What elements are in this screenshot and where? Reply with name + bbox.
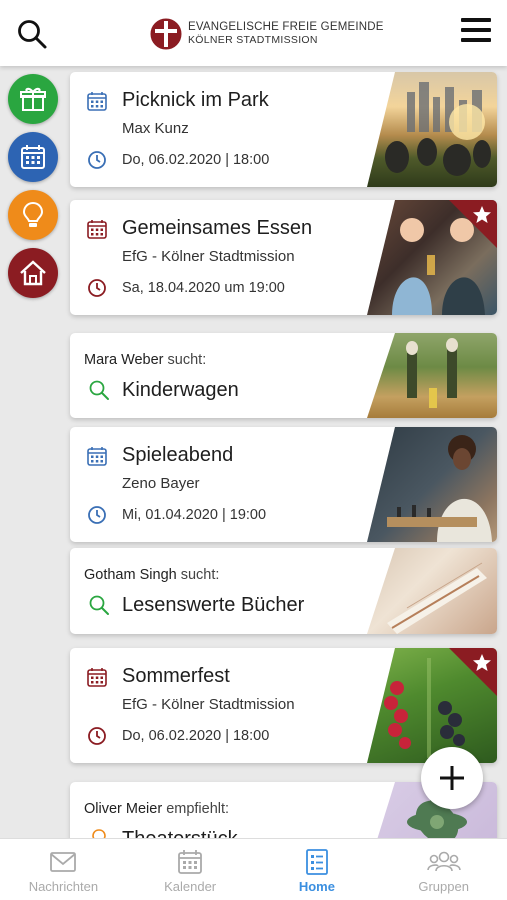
family-park-image (367, 333, 497, 418)
plus-icon (440, 766, 464, 790)
event-date: Do, 06.02.2020 | 18:00 (122, 152, 270, 168)
event-organizer: Zeno Bayer (122, 475, 200, 492)
search-icon[interactable] (16, 18, 48, 50)
logo-line1: EVANGELISCHE FREIE GEMEINDE (188, 21, 384, 33)
event-card[interactable]: Picknick im Park Max Kunz Do, 06.02.2020… (70, 72, 497, 187)
search-icon (88, 594, 110, 616)
books-image (367, 548, 497, 634)
gift-category-button[interactable] (8, 74, 58, 124)
recommend-verb: empfiehlt: (166, 801, 230, 817)
featured-star-ribbon (449, 200, 497, 248)
clock-icon (86, 149, 108, 171)
event-title: Gemeinsames Essen (122, 217, 313, 239)
event-organizer: Max Kunz (122, 120, 189, 137)
category-sidebar (8, 74, 58, 306)
event-card[interactable]: Gemeinsames Essen EfG - Kölner Stadtmiss… (70, 200, 497, 315)
calendar-icon (178, 850, 203, 874)
event-date: Sa, 18.04.2020 um 19:00 (122, 280, 285, 296)
event-card[interactable]: Sommerfest EfG - Kölner Stadtmission Do,… (70, 648, 497, 763)
group-icon (426, 851, 461, 872)
recommend-author: Oliver Meier empfiehlt: (84, 801, 229, 817)
tab-nachrichten[interactable]: Nachrichten (0, 839, 127, 900)
hamburger-menu-icon[interactable] (459, 14, 493, 46)
author-name: Mara Weber (84, 352, 164, 368)
search-card[interactable]: Mara Weber sucht: Kinderwagen (70, 333, 497, 418)
gift-icon (20, 87, 46, 111)
author-name: Oliver Meier (84, 801, 163, 817)
event-title: Spieleabend (122, 444, 234, 466)
calendar-icon (86, 90, 108, 112)
add-button[interactable] (421, 747, 483, 809)
search-verb: sucht: (180, 567, 220, 583)
tab-label: Nachrichten (28, 879, 99, 894)
calendar-icon (21, 145, 45, 169)
logo-line2: KÖLNER STADTMISSION (188, 34, 318, 46)
event-title: Picknick im Park (122, 89, 269, 111)
bottom-tab-bar: Nachrichten Kalender Home Gruppen (0, 838, 507, 900)
event-date: Mi, 01.04.2020 | 19:00 (122, 507, 267, 523)
calendar-icon (86, 445, 108, 467)
calendar-category-button[interactable] (8, 132, 58, 182)
event-organizer: EfG - Kölner Stadtmission (122, 248, 295, 265)
home-icon (20, 260, 46, 286)
clock-icon (86, 504, 108, 526)
tab-gruppen[interactable]: Gruppen (380, 839, 507, 900)
event-card[interactable]: Spieleabend Zeno Bayer Mi, 01.04.2020 | … (70, 427, 497, 542)
picnic-image (367, 72, 497, 187)
search-author: Gotham Singh sucht: (84, 567, 219, 583)
search-icon (88, 379, 110, 401)
home-category-button[interactable] (8, 248, 58, 298)
tab-label: Kalender (164, 879, 217, 894)
search-item-title: Lesenswerte Bücher (122, 594, 305, 616)
calendar-icon (86, 218, 108, 240)
calendar-icon (86, 666, 108, 688)
app-logo: EVANGELISCHE FREIE GEMEINDE KÖLNER STADT… (150, 18, 384, 50)
clock-icon (86, 725, 108, 747)
tab-kalender[interactable]: Kalender (127, 839, 254, 900)
mail-icon (50, 852, 77, 872)
tab-home[interactable]: Home (254, 839, 381, 900)
search-card[interactable]: Gotham Singh sucht: Lesenswerte Bücher (70, 548, 497, 634)
clock-icon (86, 277, 108, 299)
search-item-title: Kinderwagen (122, 379, 239, 401)
search-author: Mara Weber sucht: (84, 352, 206, 368)
church-logo-icon (150, 18, 182, 50)
chess-image (367, 427, 497, 542)
app-header: EVANGELISCHE FREIE GEMEINDE KÖLNER STADT… (0, 0, 507, 66)
search-verb: sucht: (167, 352, 207, 368)
author-name: Gotham Singh (84, 567, 177, 583)
featured-star-ribbon (449, 648, 497, 696)
tab-label: Gruppen (418, 879, 469, 894)
idea-category-button[interactable] (8, 190, 58, 240)
event-title: Sommerfest (122, 665, 230, 687)
list-icon (305, 849, 328, 875)
event-organizer: EfG - Kölner Stadtmission (122, 696, 295, 713)
lightbulb-icon (22, 201, 44, 227)
tab-label: Home (298, 879, 335, 894)
event-date: Do, 06.02.2020 | 18:00 (122, 728, 270, 744)
